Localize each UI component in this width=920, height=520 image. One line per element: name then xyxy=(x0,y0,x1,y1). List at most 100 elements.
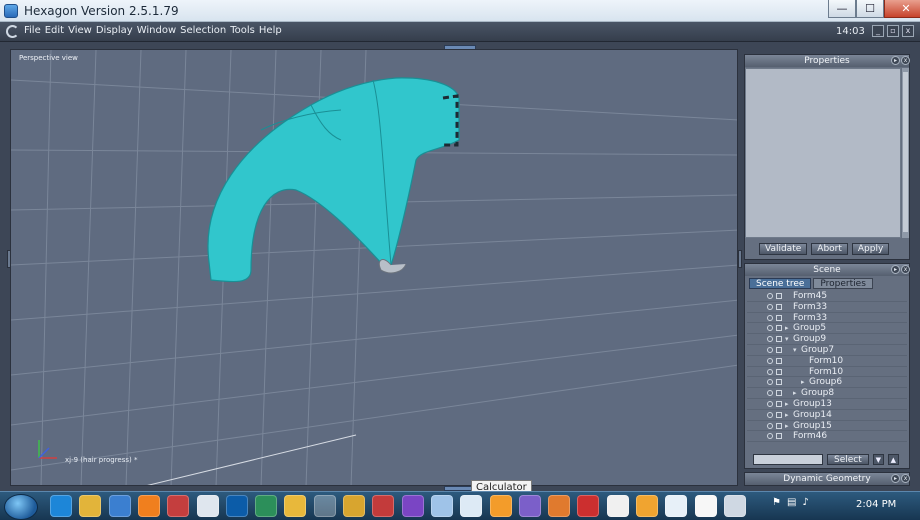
tree-row[interactable]: Form46 xyxy=(747,431,907,443)
visibility-eye-icon[interactable] xyxy=(767,390,773,397)
select-button[interactable]: Select xyxy=(827,454,869,465)
visibility-eye-icon[interactable] xyxy=(767,357,773,364)
volume-icon[interactable]: ♪ xyxy=(802,497,808,508)
lock-icon[interactable] xyxy=(776,368,782,375)
tree-row[interactable]: Form33 xyxy=(747,313,907,324)
calculator-icon[interactable] xyxy=(460,495,483,517)
abort-button[interactable]: Abort xyxy=(811,243,848,255)
app-icon[interactable] xyxy=(401,495,424,517)
visibility-eye-icon[interactable] xyxy=(767,314,773,321)
visibility-eye-icon[interactable] xyxy=(767,411,773,418)
properties-scrollbar[interactable] xyxy=(902,68,909,238)
tree-row[interactable]: ▸ Group13 xyxy=(747,399,907,410)
app-icon[interactable] xyxy=(518,495,541,517)
panel-pin-icon[interactable]: ▸ xyxy=(891,56,900,65)
tree-row[interactable]: Form33 xyxy=(747,302,907,313)
arrow-up-icon[interactable]: ▲ xyxy=(887,454,899,465)
app-icon[interactable] xyxy=(577,495,600,517)
app-icon[interactable] xyxy=(489,495,512,517)
menu-view[interactable]: View xyxy=(68,25,96,36)
close-button[interactable]: ✕ xyxy=(884,0,920,18)
app-icon[interactable] xyxy=(723,495,746,517)
app-icon[interactable] xyxy=(548,495,571,517)
menu-edit[interactable]: Edit xyxy=(45,25,68,36)
lock-icon[interactable] xyxy=(776,346,782,353)
collapsed-arrow-icon[interactable]: ▸ xyxy=(801,377,805,387)
lock-icon[interactable] xyxy=(776,400,782,407)
visibility-eye-icon[interactable] xyxy=(767,336,773,343)
menu-window[interactable]: Window xyxy=(137,25,180,36)
media-player-icon[interactable] xyxy=(108,495,131,517)
collapsed-arrow-icon[interactable]: ▸ xyxy=(785,421,789,431)
app-icon[interactable] xyxy=(665,495,688,517)
tree-row[interactable]: ▸ Group8 xyxy=(747,388,907,399)
taskbar-clock[interactable]: 2:04 PM xyxy=(856,499,896,510)
tree-row[interactable]: Form45 xyxy=(747,291,907,302)
app-icon[interactable] xyxy=(167,495,190,517)
collapsed-arrow-icon[interactable]: ▸ xyxy=(785,323,789,333)
visibility-eye-icon[interactable] xyxy=(767,346,773,353)
validate-button[interactable]: Validate xyxy=(759,243,808,255)
app-icon[interactable] xyxy=(343,495,365,517)
lock-icon[interactable] xyxy=(776,314,782,321)
tab-scene-tree[interactable]: Scene tree xyxy=(749,278,812,289)
menu-display[interactable]: Display xyxy=(96,25,137,36)
visibility-eye-icon[interactable] xyxy=(767,325,773,332)
collapsed-arrow-icon[interactable]: ▸ xyxy=(793,388,797,398)
tree-row[interactable]: ▾ Group9 xyxy=(747,334,907,345)
perspective-viewport[interactable]: Perspective view xj-9 (hair progress) * xyxy=(10,49,738,486)
app-icon[interactable] xyxy=(372,495,395,517)
app-icon[interactable] xyxy=(284,495,307,517)
vlc-icon[interactable] xyxy=(137,495,160,517)
lock-icon[interactable] xyxy=(776,411,782,418)
apply-button[interactable]: Apply xyxy=(851,243,890,255)
app-icon[interactable] xyxy=(196,495,219,517)
panel-pin-icon[interactable]: ▸ xyxy=(891,474,900,483)
network-icon[interactable]: ▤ xyxy=(787,497,796,508)
visibility-eye-icon[interactable] xyxy=(767,303,773,310)
photoshop-icon[interactable] xyxy=(225,495,248,517)
select-input[interactable] xyxy=(753,454,823,465)
menu-file[interactable]: File xyxy=(24,25,45,36)
app-minimize-button[interactable]: _ xyxy=(872,25,884,37)
visibility-eye-icon[interactable] xyxy=(767,400,773,407)
explorer-icon[interactable] xyxy=(79,495,102,517)
lock-icon[interactable] xyxy=(776,336,782,343)
expanded-arrow-icon[interactable]: ▾ xyxy=(785,334,789,344)
app-icon[interactable] xyxy=(606,495,629,517)
scroll-thumb[interactable] xyxy=(903,72,908,232)
tree-row[interactable]: ▾ Group7 xyxy=(747,345,907,356)
arrow-down-icon[interactable]: ▼ xyxy=(872,454,884,465)
menu-help[interactable]: Help xyxy=(259,25,286,36)
minimize-button[interactable]: — xyxy=(828,0,856,18)
collapsed-arrow-icon[interactable]: ▸ xyxy=(785,399,789,409)
tree-row[interactable]: Form10 xyxy=(747,367,907,378)
start-button[interactable] xyxy=(4,494,38,520)
maximize-button[interactable]: ☐ xyxy=(856,0,884,18)
panel-pin-icon[interactable]: ▸ xyxy=(891,265,900,274)
panel-close-icon[interactable]: x xyxy=(901,56,910,65)
hexagon-icon[interactable] xyxy=(313,495,336,517)
app-icon[interactable] xyxy=(694,495,717,517)
app-close-button[interactable]: x xyxy=(902,25,914,37)
tree-row[interactable]: ▸ Group6 xyxy=(747,377,907,389)
visibility-eye-icon[interactable] xyxy=(767,433,773,440)
menu-tools[interactable]: Tools xyxy=(230,25,259,36)
dynamic-geometry-panel[interactable]: Dynamic Geometry ▸ x xyxy=(744,472,910,486)
tree-row[interactable]: ▸ Group14 xyxy=(747,410,907,421)
tree-row[interactable]: ▸ Group15 xyxy=(747,421,907,432)
visibility-eye-icon[interactable] xyxy=(767,422,773,429)
right-panel-grip[interactable] xyxy=(738,250,742,268)
tree-row[interactable]: Form10 xyxy=(747,356,907,367)
lock-icon[interactable] xyxy=(776,293,782,299)
lock-icon[interactable] xyxy=(776,303,782,310)
tab-properties[interactable]: Properties xyxy=(813,278,873,289)
app-icon[interactable] xyxy=(255,495,278,517)
panel-close-icon[interactable]: x xyxy=(901,474,910,483)
collapsed-arrow-icon[interactable]: ▸ xyxy=(785,410,789,420)
visibility-eye-icon[interactable] xyxy=(767,293,773,299)
lock-icon[interactable] xyxy=(776,379,782,386)
app-icon[interactable] xyxy=(636,495,658,517)
lock-icon[interactable] xyxy=(776,325,782,332)
visibility-eye-icon[interactable] xyxy=(767,368,773,375)
